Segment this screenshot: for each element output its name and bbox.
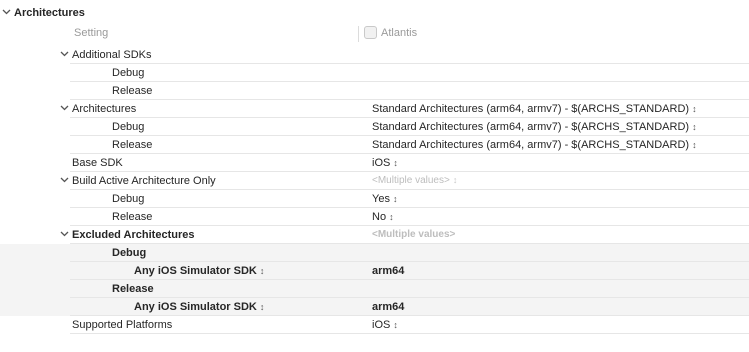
architectures-debug-value-popup[interactable]: Standard Architectures (arm64, armv7) - … (372, 121, 697, 133)
setting-name: Debug (112, 121, 145, 133)
target-column[interactable]: Atlantis (364, 26, 417, 39)
setting-name: Debug (112, 247, 147, 259)
up-down-arrows-icon: ↕ (692, 140, 697, 150)
setting-value[interactable]: arm64 (372, 265, 404, 277)
setting-value[interactable]: arm64 (372, 301, 404, 313)
section-header-architectures[interactable]: Architectures (0, 3, 749, 23)
setting-value: iOS (372, 157, 391, 169)
setting-row-excluded-debug-sdk[interactable]: Any iOS Simulator SDK ↕ arm64 (0, 262, 749, 280)
setting-name: Release (112, 139, 153, 151)
setting-name: Supported Platforms (72, 319, 173, 331)
build-active-debug-value-popup[interactable]: Yes ↕ (372, 193, 397, 205)
setting-row-excluded-release-sdk[interactable]: Any iOS Simulator SDK ↕ arm64 (0, 298, 749, 316)
setting-value: Standard Architectures (arm64, armv7) - … (372, 121, 690, 133)
excluded-value[interactable]: <Multiple values> (372, 229, 455, 240)
setting-name: Excluded Architectures (72, 229, 195, 241)
chevron-down-icon[interactable] (60, 231, 69, 237)
chevron-down-icon[interactable] (60, 51, 69, 57)
setting-row-architectures-release[interactable]: Release Standard Architectures (arm64, a… (0, 136, 749, 154)
setting-name: Debug (112, 193, 145, 205)
setting-value: Standard Architectures (arm64, armv7) - … (372, 103, 690, 115)
setting-row-excluded-release[interactable]: Release (0, 280, 749, 298)
setting-name: Additional SDKs (72, 49, 152, 61)
setting-row-architectures-debug[interactable]: Debug Standard Architectures (arm64, arm… (0, 118, 749, 136)
setting-value: <Multiple values> (372, 175, 450, 186)
setting-row-architectures[interactable]: Architectures Standard Architectures (ar… (0, 100, 749, 118)
architectures-value-popup[interactable]: Standard Architectures (arm64, armv7) - … (372, 103, 697, 115)
architectures-release-value-popup[interactable]: Standard Architectures (arm64, armv7) - … (372, 139, 697, 151)
setting-name: Release (112, 211, 153, 223)
sdk-condition-popup[interactable]: Any iOS Simulator SDK ↕ (134, 265, 264, 277)
setting-value: iOS (372, 319, 391, 331)
setting-name: Release (112, 85, 153, 97)
up-down-arrows-icon: ↕ (452, 175, 458, 185)
up-down-arrows-icon: ↕ (389, 212, 394, 222)
setting-name: Debug (112, 67, 145, 79)
setting-name: Base SDK (72, 157, 123, 169)
setting-row-build-active-release[interactable]: Release No ↕ (0, 208, 749, 226)
target-name: Atlantis (381, 26, 418, 39)
setting-column-label: Setting (74, 27, 109, 39)
setting-value: Standard Architectures (arm64, armv7) - … (372, 139, 690, 151)
setting-row-additional-sdks-debug[interactable]: Debug (0, 64, 749, 82)
setting-value: Yes (372, 193, 390, 205)
chevron-down-icon[interactable] (60, 105, 69, 111)
setting-row-build-active-debug[interactable]: Debug Yes ↕ (0, 190, 749, 208)
up-down-arrows-icon: ↕ (393, 158, 398, 168)
section-title: Architectures (14, 7, 85, 19)
column-divider (358, 26, 359, 42)
up-down-arrows-icon: ↕ (259, 266, 265, 276)
chevron-down-icon[interactable] (60, 177, 69, 183)
setting-name: Any iOS Simulator SDK (134, 301, 257, 313)
chevron-down-icon[interactable] (2, 9, 11, 15)
column-header: Setting Atlantis (0, 24, 749, 44)
setting-row-supported-platforms[interactable]: Supported Platforms iOS ↕ (0, 316, 749, 334)
setting-row-build-active-architecture-only[interactable]: Build Active Architecture Only <Multiple… (0, 172, 749, 190)
setting-value: No (372, 211, 387, 223)
up-down-arrows-icon: ↕ (259, 302, 265, 312)
build-active-release-value-popup[interactable]: No ↕ (372, 211, 394, 223)
setting-name: Architectures (72, 103, 137, 115)
up-down-arrows-icon: ↕ (692, 122, 697, 132)
build-active-value-popup[interactable]: <Multiple values> ↕ (372, 175, 457, 186)
setting-row-base-sdk[interactable]: Base SDK iOS ↕ (0, 154, 749, 172)
setting-row-excluded-architectures[interactable]: Excluded Architectures <Multiple values> (0, 226, 749, 244)
up-down-arrows-icon: ↕ (393, 320, 398, 330)
setting-row-additional-sdks[interactable]: Additional SDKs (0, 46, 749, 64)
up-down-arrows-icon: ↕ (692, 104, 697, 114)
up-down-arrows-icon: ↕ (392, 194, 398, 204)
setting-row-additional-sdks-release[interactable]: Release (0, 82, 749, 100)
setting-name: Any iOS Simulator SDK (134, 265, 257, 277)
setting-row-excluded-debug[interactable]: Debug (0, 244, 749, 262)
row-divider (70, 333, 749, 334)
setting-name: Release (112, 283, 154, 295)
setting-name: Build Active Architecture Only (72, 175, 216, 187)
app-target-icon (364, 26, 377, 39)
supported-platforms-value-popup[interactable]: iOS ↕ (372, 319, 398, 331)
sdk-condition-popup[interactable]: Any iOS Simulator SDK ↕ (134, 301, 264, 313)
base-sdk-value-popup[interactable]: iOS ↕ (372, 157, 398, 169)
